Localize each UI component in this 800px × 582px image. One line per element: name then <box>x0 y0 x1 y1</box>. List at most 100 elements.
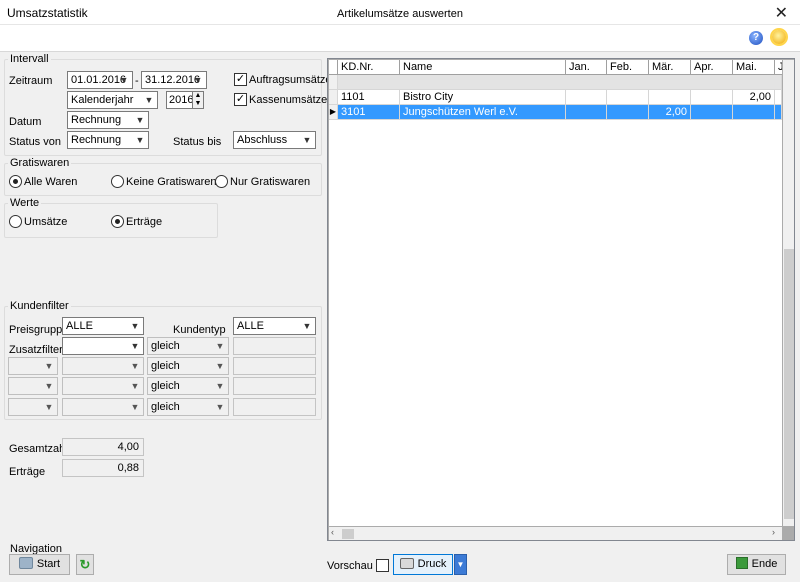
column-header-jan[interactable]: Jan. <box>566 60 607 75</box>
period-type-value: Kalenderjahr <box>71 94 134 106</box>
filter-value-input[interactable] <box>233 377 316 395</box>
kundentyp-value: ALLE <box>237 320 264 332</box>
cell-jun[interactable] <box>775 105 782 120</box>
filter-logic-select[interactable]: ▼ <box>8 377 58 395</box>
exit-door-icon <box>735 557 748 569</box>
cell-jun[interactable] <box>775 90 782 105</box>
gratis-radio-alle[interactable] <box>9 175 22 188</box>
column-header-jun[interactable]: Ju <box>775 60 782 75</box>
vertical-scroll-thumb[interactable] <box>784 249 794 519</box>
operator-value: gleich <box>151 401 180 413</box>
table-row[interactable] <box>338 75 782 90</box>
druck-dropdown-button[interactable]: ▼ <box>454 554 467 575</box>
row-pointer-icon[interactable]: ▶ <box>329 105 338 120</box>
horizontal-scrollbar[interactable] <box>329 527 782 540</box>
cell-feb[interactable] <box>607 90 649 105</box>
kasse-checkbox[interactable]: ✓ <box>234 93 247 106</box>
cell-mai[interactable]: 2,00 <box>733 90 775 105</box>
preisgruppe-value: ALLE <box>66 320 93 332</box>
chevron-down-icon: ▼ <box>119 75 129 85</box>
cell-jan[interactable] <box>566 105 607 120</box>
cell-apr[interactable] <box>691 90 733 105</box>
auftrag-checkbox[interactable]: ✓ <box>234 73 247 86</box>
cell-mar[interactable]: 2,00 <box>649 105 691 120</box>
druck-button[interactable]: Druck <box>393 554 453 575</box>
chevron-down-icon: ▼ <box>130 381 140 391</box>
filter-value-input[interactable] <box>233 357 316 375</box>
row-header[interactable] <box>329 75 338 90</box>
scroll-right-icon[interactable]: › <box>772 527 775 537</box>
status-von-value: Rechnung <box>71 134 122 146</box>
chevron-down-icon: ▼ <box>135 115 145 125</box>
filter-operator-select[interactable]: gleich ▼ <box>147 377 229 395</box>
year-spinner[interactable]: ▲ ▼ <box>192 91 204 109</box>
status-von-select[interactable]: Rechnung ▼ <box>67 131 149 149</box>
filter-field-select[interactable]: ▼ <box>62 357 144 375</box>
filter-value-input[interactable] <box>233 398 316 416</box>
refresh-button[interactable]: ↻ <box>76 554 94 575</box>
cell-kdnr[interactable]: 3101 <box>338 105 400 120</box>
help-icon[interactable]: ? <box>749 31 763 45</box>
ende-button[interactable]: Ende <box>727 554 786 575</box>
operator-value: gleich <box>151 340 180 352</box>
gratis-option-alle: Alle Waren <box>24 176 78 188</box>
scroll-left-icon[interactable]: ‹ <box>331 527 334 537</box>
gratis-radio-keine[interactable] <box>111 175 124 188</box>
chevron-down-icon: ▼ <box>44 402 54 412</box>
kasse-label: Kassenumsätze <box>249 94 328 106</box>
gratis-option-nur: Nur Gratiswaren <box>230 176 311 188</box>
cell-mai[interactable] <box>733 105 775 120</box>
date-from-picker[interactable]: 01.01.2016 ▼ <box>67 71 133 89</box>
chevron-down-icon: ▼ <box>302 321 312 331</box>
filter-operator-select[interactable]: gleich ▼ <box>147 398 229 416</box>
grid-body: KD.Nr. Name Jan. Feb. Mär. Apr. Mai. Ju … <box>329 60 782 526</box>
datum-select[interactable]: Rechnung ▼ <box>67 111 149 129</box>
filter-field-select[interactable]: ▼ <box>62 398 144 416</box>
kundenfilter-legend: Kundenfilter <box>8 300 71 312</box>
gratis-radio-nur[interactable] <box>215 175 228 188</box>
printer-icon <box>399 558 414 569</box>
vorschau-checkbox[interactable] <box>376 559 389 572</box>
chevron-down-icon: ▼ <box>193 75 203 85</box>
statistics-grid[interactable]: KD.Nr. Name Jan. Feb. Mär. Apr. Mai. Ju … <box>327 58 795 541</box>
cell-feb[interactable] <box>607 105 649 120</box>
column-header-mai[interactable]: Mai. <box>733 60 775 75</box>
row-header[interactable] <box>329 90 338 105</box>
date-to-picker[interactable]: 31.12.2016 ▼ <box>141 71 207 89</box>
page-title: Artikelumsätze auswerten <box>337 8 463 20</box>
datum-label: Datum <box>9 116 42 128</box>
settings-sun-icon[interactable] <box>772 30 786 44</box>
vorschau-label: Vorschau <box>327 560 373 572</box>
werte-radio-umsaetze[interactable] <box>9 215 22 228</box>
cell-kdnr[interactable]: 1101 <box>338 90 400 105</box>
filter-logic-select[interactable]: ▼ <box>8 357 58 375</box>
column-header-feb[interactable]: Feb. <box>607 60 649 75</box>
row-header-corner <box>329 60 338 75</box>
filter-operator-select[interactable]: gleich ▼ <box>147 357 229 375</box>
zusatzfilter-operator-select[interactable]: gleich ▼ <box>147 337 229 355</box>
cell-mar[interactable] <box>649 90 691 105</box>
filter-field-select[interactable]: ▼ <box>62 377 144 395</box>
werte-radio-ertraege[interactable] <box>111 215 124 228</box>
zusatzfilter-field-select[interactable]: ▼ <box>62 337 144 355</box>
column-header-kdnr[interactable]: KD.Nr. <box>338 60 400 75</box>
column-header-mar[interactable]: Mär. <box>649 60 691 75</box>
cell-apr[interactable] <box>691 105 733 120</box>
horizontal-scroll-thumb[interactable] <box>342 529 354 539</box>
cell-name[interactable]: Bistro City <box>400 90 566 105</box>
filter-logic-select[interactable]: ▼ <box>8 398 58 416</box>
preisgruppe-select[interactable]: ALLE ▼ <box>62 317 144 335</box>
cell-jan[interactable] <box>566 90 607 105</box>
zusatzfilter-value-input[interactable] <box>233 337 316 355</box>
zeitraum-label: Zeitraum <box>9 75 53 87</box>
auftrag-label: Auftragsumsätze <box>249 74 332 86</box>
column-header-apr[interactable]: Apr. <box>691 60 733 75</box>
column-header-name[interactable]: Name <box>400 60 566 75</box>
chevron-down-icon: ▼ <box>302 135 312 145</box>
status-bis-select[interactable]: Abschluss ▼ <box>233 131 316 149</box>
kundentyp-select[interactable]: ALLE ▼ <box>233 317 316 335</box>
period-type-select[interactable]: Kalenderjahr ▼ <box>67 91 158 109</box>
start-button[interactable]: Start <box>9 554 70 575</box>
cell-name[interactable]: Jungschützen Werl e.V. <box>400 105 566 120</box>
chevron-down-icon: ▼ <box>130 341 140 351</box>
